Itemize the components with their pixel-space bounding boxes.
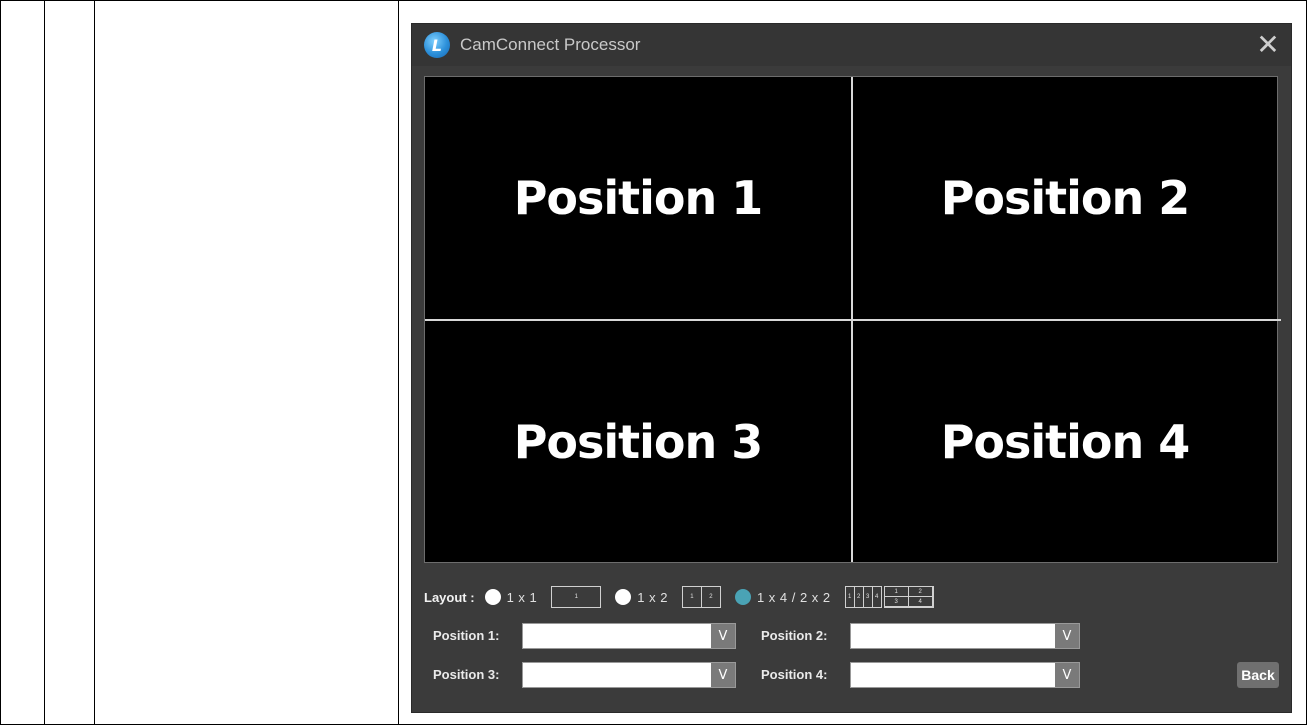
app-window: L CamConnect Processor ✕ Position 1 Posi…	[411, 23, 1292, 713]
position-4-label: Position 4:	[761, 667, 828, 682]
chevron-down-icon[interactable]: V	[711, 663, 735, 687]
layout-radio-1x2[interactable]	[615, 589, 632, 605]
thumbnail-cell: 1	[683, 587, 702, 607]
position-2-dropdown[interactable]: V	[850, 623, 1080, 649]
thumbnail-cell: 1	[846, 587, 855, 607]
layout-radio-1x1[interactable]	[484, 589, 501, 605]
layout-thumbnail-1x1[interactable]: 1	[551, 586, 602, 608]
thumbnail-cell: 4	[908, 597, 933, 607]
title-bar[interactable]: L CamConnect Processor ✕	[412, 24, 1291, 66]
app-logo-icon: L	[424, 32, 450, 58]
chevron-down-icon[interactable]: V	[1055, 624, 1079, 648]
thumbnail-cell: 1	[884, 587, 909, 597]
video-preview-grid: Position 1 Position 2 Position 3 Positio…	[424, 76, 1281, 563]
back-button[interactable]: Back	[1237, 662, 1279, 688]
thumbnail-cell: 2	[709, 594, 713, 600]
preview-position-2: Position 2	[940, 171, 1191, 225]
position-4-dropdown[interactable]: V	[850, 662, 1080, 688]
position-2-label: Position 2:	[761, 628, 828, 643]
preview-position-3: Position 3	[513, 414, 764, 469]
thumbnail-cell: 2	[855, 587, 864, 607]
window-title: CamConnect Processor	[460, 35, 641, 54]
thumbnail-cell: 1	[574, 594, 578, 600]
layout-thumbnail-1x2[interactable]: 1 2	[681, 586, 721, 608]
layout-option-label: 1 x 2	[637, 589, 668, 605]
table-column-divider	[44, 0, 45, 725]
layout-label: Layout :	[424, 589, 475, 605]
thumbnail-cell: 4	[874, 594, 879, 600]
layout-option-label: 1 x 4 / 2 x 2	[756, 589, 831, 605]
table-column-divider	[94, 0, 95, 725]
position-3-label: Position 3:	[433, 667, 500, 682]
grid-divider-horizontal	[425, 319, 1281, 321]
thumbnail-cell: 2	[908, 587, 933, 597]
preview-position-4: Position 4	[940, 414, 1191, 469]
thumbnail-cell: 3	[864, 587, 873, 607]
layout-option-label: 1 x 1	[506, 589, 538, 605]
thumbnail-cell: 3	[884, 597, 909, 607]
layout-thumbnail-2x2[interactable]: 1 2 3 4	[883, 586, 934, 608]
position-1-label: Position 1:	[433, 628, 500, 643]
position-3-dropdown[interactable]: V	[522, 662, 736, 688]
layout-radio-1x4-2x2[interactable]	[734, 589, 751, 605]
layout-selector: Layout : 1 x 1 1 1 x 2 1 2 1 x 4 / 2 x 2…	[424, 584, 948, 610]
preview-position-1: Position 1	[513, 171, 764, 225]
position-1-dropdown[interactable]: V	[522, 623, 736, 649]
chevron-down-icon[interactable]: V	[1055, 663, 1079, 687]
close-icon[interactable]: ✕	[1255, 31, 1281, 59]
layout-thumbnail-1x4[interactable]: 1 2 3 4	[844, 586, 882, 608]
chevron-down-icon[interactable]: V	[711, 624, 735, 648]
table-column-divider	[398, 0, 399, 725]
